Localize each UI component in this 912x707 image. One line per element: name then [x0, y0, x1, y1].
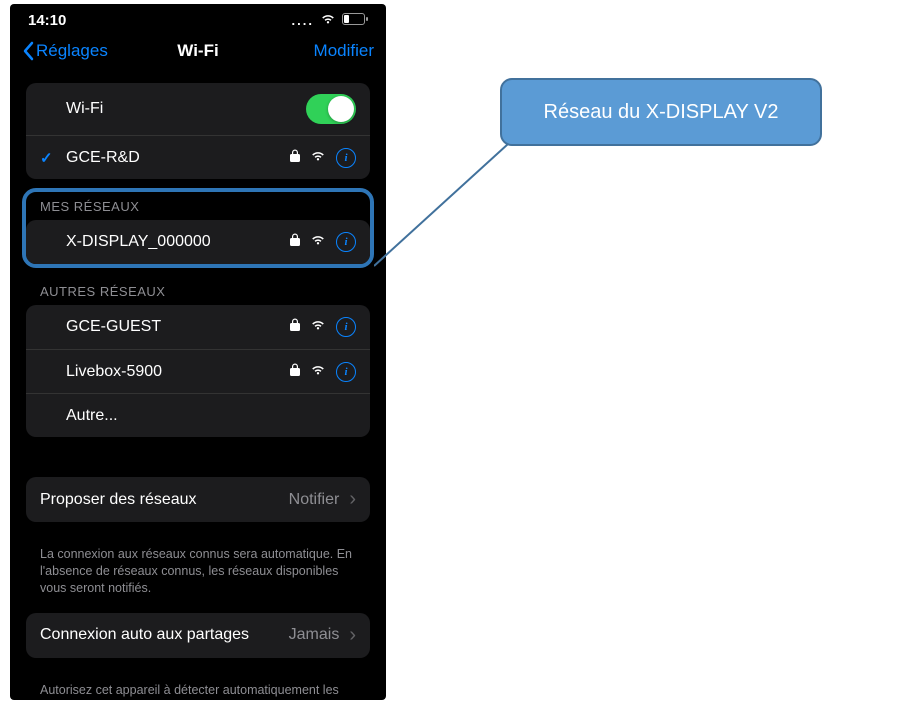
- status-time: 14:10: [28, 12, 66, 29]
- lock-icon: [290, 363, 300, 381]
- network-row[interactable]: Livebox-5900 i: [26, 349, 370, 393]
- wifi-toggle-label: Wi-Fi: [40, 100, 103, 118]
- network-name: X-DISPLAY_000000: [40, 233, 211, 251]
- propose-value: Notifier: [289, 491, 340, 509]
- nav-bar: Réglages Wi-Fi Modifier: [10, 31, 386, 83]
- info-icon[interactable]: i: [336, 362, 356, 382]
- autoshare-footer: Autorisez cet appareil à détecter automa…: [26, 674, 370, 700]
- wifi-switch[interactable]: [306, 94, 356, 124]
- network-other-row[interactable]: Autre...: [26, 393, 370, 437]
- lock-icon: [290, 233, 300, 251]
- callout-connector: [374, 144, 518, 272]
- edit-button[interactable]: Modifier: [314, 41, 374, 61]
- other-manual-label: Autre...: [40, 407, 118, 425]
- autoshare-row[interactable]: Connexion auto aux partages Jamais ›: [26, 613, 370, 658]
- wifi-signal-icon: [310, 149, 326, 167]
- page-title: Wi-Fi: [177, 41, 218, 61]
- propose-footer: La connexion aux réseaux connus sera aut…: [26, 538, 370, 613]
- network-row[interactable]: GCE-GUEST i: [26, 305, 370, 349]
- chevron-left-icon: [22, 41, 34, 61]
- wifi-signal-icon: [310, 318, 326, 336]
- callout-box: Réseau du X-DISPLAY V2: [500, 78, 822, 146]
- connected-network-name: GCE-R&D: [66, 149, 140, 167]
- network-name: GCE-GUEST: [40, 318, 161, 336]
- info-icon[interactable]: i: [336, 232, 356, 252]
- wifi-toggle-row: Wi-Fi: [26, 83, 370, 135]
- network-name: Livebox-5900: [40, 363, 162, 381]
- chevron-right-icon: ›: [349, 624, 356, 647]
- wifi-signal-icon: [310, 233, 326, 251]
- network-row-xdisplay[interactable]: X-DISPLAY_000000 i: [26, 220, 370, 264]
- lock-icon: [290, 149, 300, 167]
- battery-icon: [342, 13, 368, 28]
- status-dots: ....: [292, 13, 314, 28]
- wifi-main-card: Wi-Fi ✓ GCE-R&D i: [26, 83, 370, 179]
- lock-icon: [290, 318, 300, 336]
- wifi-signal-icon: [310, 363, 326, 381]
- propose-label: Proposer des réseaux: [40, 491, 197, 509]
- propose-networks-row[interactable]: Proposer des réseaux Notifier ›: [26, 477, 370, 522]
- checkmark-icon: ✓: [40, 149, 56, 167]
- autoshare-value: Jamais: [289, 626, 340, 644]
- back-label: Réglages: [36, 41, 108, 61]
- status-bar: 14:10 ....: [10, 4, 386, 31]
- phone-frame: 14:10 .... Réglages Wi-Fi Modifier Wi-Fi: [10, 4, 386, 700]
- autoshare-label: Connexion auto aux partages: [40, 626, 249, 644]
- status-indicators: ....: [292, 13, 368, 28]
- other-networks-header: AUTRES RÉSEAUX: [26, 284, 370, 305]
- wifi-icon: [320, 13, 336, 28]
- info-icon[interactable]: i: [336, 148, 356, 168]
- chevron-right-icon: ›: [349, 488, 356, 511]
- info-icon[interactable]: i: [336, 317, 356, 337]
- back-button[interactable]: Réglages: [22, 41, 108, 61]
- connected-network-row[interactable]: ✓ GCE-R&D i: [26, 135, 370, 179]
- callout-text: Réseau du X-DISPLAY V2: [544, 101, 779, 124]
